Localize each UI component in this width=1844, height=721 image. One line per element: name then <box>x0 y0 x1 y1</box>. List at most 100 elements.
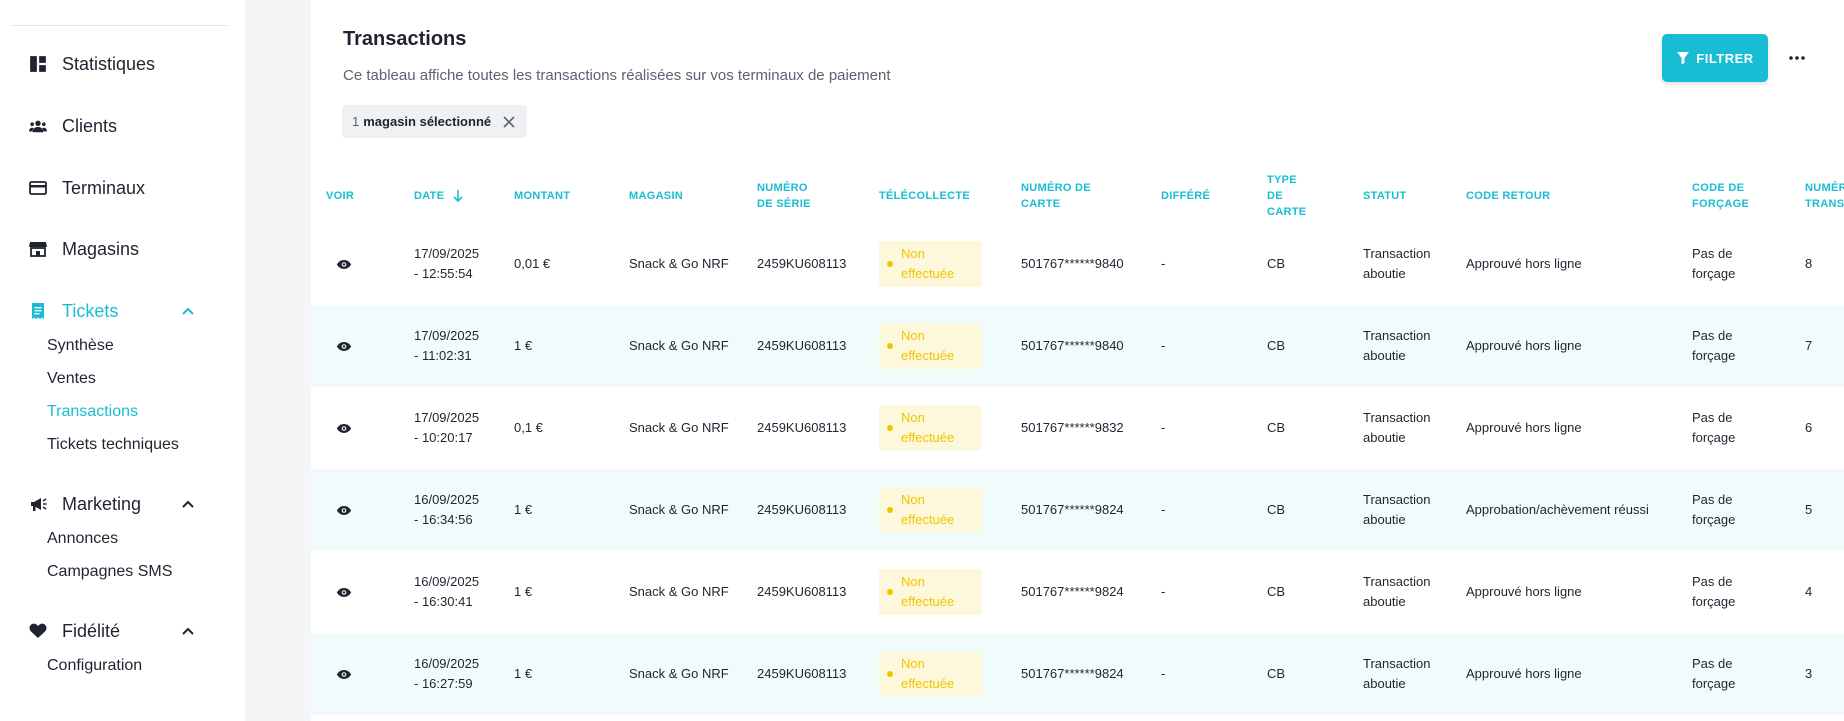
deferred-cell: - <box>1161 338 1166 353</box>
sidebar-item-tickets[interactable]: Tickets <box>28 297 194 325</box>
forcing-code-cell: Pas de forçage <box>1692 574 1736 609</box>
sidebar-subitem-annonces[interactable]: Annonces <box>47 528 118 550</box>
eye-icon[interactable] <box>335 337 353 355</box>
chevron-up-icon[interactable] <box>178 494 198 514</box>
card-type-cell: CB <box>1267 666 1286 681</box>
telecollecte-cell: Non effectuée <box>879 223 982 305</box>
telecollecte-cell: Non effectuée <box>879 633 982 715</box>
amount-cell: 0,1 € <box>514 420 543 435</box>
status-dot <box>887 261 893 267</box>
date-cell: 16/09/2025- 16:27:59 <box>414 656 480 691</box>
dashboard-icon <box>28 54 48 74</box>
chevron-up-icon[interactable] <box>178 621 198 641</box>
date-cell: 16/09/2025- 16:30:41 <box>414 574 480 609</box>
serial-cell: 2459KU608113 <box>757 420 847 435</box>
store-cell: Snack & Go NRF <box>629 584 729 599</box>
store-cell: Snack & Go NRF <box>629 666 729 681</box>
view-cell <box>335 633 353 715</box>
chip-label: magasin sélectionné <box>363 114 492 129</box>
store-cell: Snack & Go NRF <box>629 256 729 271</box>
status-badge: Non effectuée <box>879 569 982 615</box>
sidebar-item-magasins[interactable]: Magasins <box>28 235 139 263</box>
column-header-numero-transaction: NUMÉR TRANS <box>1805 182 1844 210</box>
column-header-voir: VOIR <box>326 190 355 202</box>
table-row[interactable]: 16/09/2025- 16:30:41 1 € Snack & Go NRF … <box>311 551 1844 633</box>
card-type-cell: CB <box>1267 256 1286 271</box>
table-row[interactable]: 16/09/2025- 16:34:56 1 € Snack & Go NRF … <box>311 469 1844 551</box>
serial-cell: 2459KU608113 <box>757 666 847 681</box>
view-cell <box>335 469 353 551</box>
status-cell: Transaction aboutie <box>1363 410 1431 445</box>
status-dot <box>887 425 893 431</box>
column-header-date[interactable]: DATE <box>414 168 464 224</box>
credit-card-icon <box>28 178 48 198</box>
eye-icon[interactable] <box>335 665 353 683</box>
column-header-code-forcage: CODE DE FORÇAGE <box>1692 182 1750 210</box>
deferred-cell: - <box>1161 666 1166 681</box>
users-icon <box>28 116 48 136</box>
transaction-number-cell: 8 <box>1805 256 1813 271</box>
date-cell: 17/09/2025- 12:55:54 <box>414 246 480 281</box>
table-row[interactable]: 16/09/2025- 16:27:59 1 € Snack & Go NRF … <box>311 633 1844 715</box>
amount-cell: 0,01 € <box>514 256 551 271</box>
store-filter-chip[interactable]: 1 magasin sélectionné <box>342 105 528 138</box>
view-cell <box>335 387 353 469</box>
status-badge: Non effectuée <box>879 241 982 287</box>
main-content: Transactions Ce tableau affiche toutes l… <box>311 0 1844 721</box>
table-row[interactable]: 17/09/2025- 11:02:31 1 € Snack & Go NRF … <box>311 305 1844 387</box>
sidebar-subitem-configuration[interactable]: Configuration <box>47 655 142 677</box>
card-type-cell: CB <box>1267 338 1286 353</box>
sidebar-item-terminaux[interactable]: Terminaux <box>28 174 145 202</box>
sidebar-item-clients[interactable]: Clients <box>28 112 117 140</box>
sidebar-subitem-transactions[interactable]: Transactions <box>47 401 138 423</box>
sidebar-divider <box>10 25 228 26</box>
arrow-down-icon[interactable] <box>452 189 464 203</box>
sidebar-subitem-campagnes-sms[interactable]: Campagnes SMS <box>47 561 172 583</box>
sidebar-item-statistiques[interactable]: Statistiques <box>28 50 155 78</box>
table-row[interactable]: 17/09/2025- 12:55:54 0,01 € Snack & Go N… <box>311 223 1844 305</box>
column-header-numero-carte: NUMÉRO DE CARTE <box>1021 182 1091 210</box>
eye-icon[interactable] <box>335 501 353 519</box>
eye-icon[interactable] <box>335 583 353 601</box>
eye-icon[interactable] <box>335 419 353 437</box>
sidebar-subitem-ventes[interactable]: Ventes <box>47 368 96 390</box>
forcing-code-cell: Pas de forçage <box>1692 410 1736 445</box>
filter-icon <box>1677 52 1690 65</box>
status-badge: Non effectuée <box>879 487 982 533</box>
more-options-button[interactable] <box>1784 46 1810 70</box>
table-row[interactable]: 17/09/2025- 10:20:17 0,1 € Snack & Go NR… <box>311 387 1844 469</box>
store-cell: Snack & Go NRF <box>629 338 729 353</box>
forcing-code-cell: Pas de forçage <box>1692 246 1736 281</box>
page-subtitle: Ce tableau affiche toutes les transactio… <box>343 67 891 84</box>
store-icon <box>28 239 48 259</box>
telecollecte-cell: Non effectuée <box>879 551 982 633</box>
transaction-number-cell: 7 <box>1805 338 1813 353</box>
filter-button[interactable]: FILTRER <box>1662 34 1768 82</box>
forcing-code-cell: Pas de forçage <box>1692 656 1736 691</box>
return-code-cell: Approuvé hors ligne <box>1466 584 1582 599</box>
sidebar-subitem-tickets-techniques[interactable]: Tickets techniques <box>47 434 179 456</box>
column-header-telecollecte: TÉLÉCOLLECTE <box>879 190 970 202</box>
date-cell: 17/09/2025- 10:20:17 <box>414 410 480 445</box>
sidebar-item-marketing[interactable]: Marketing <box>28 490 194 518</box>
return-code-cell: Approuvé hors ligne <box>1466 420 1582 435</box>
filter-button-label: FILTRER <box>1696 50 1754 66</box>
card-number-cell: 501767******9832 <box>1021 420 1124 435</box>
chevron-up-icon[interactable] <box>178 301 198 321</box>
forcing-code-cell: Pas de forçage <box>1692 328 1736 363</box>
return-code-cell: Approuvé hors ligne <box>1466 338 1582 353</box>
telecollecte-cell: Non effectuée <box>879 469 982 551</box>
card-number-cell: 501767******9824 <box>1021 666 1124 681</box>
card-number-cell: 501767******9824 <box>1021 584 1124 599</box>
status-dot <box>887 507 893 513</box>
view-cell <box>335 305 353 387</box>
sidebar-item-fidelite[interactable]: Fidélité <box>28 617 194 645</box>
return-code-cell: Approuvé hors ligne <box>1466 256 1582 271</box>
serial-cell: 2459KU608113 <box>757 584 847 599</box>
column-header-statut: STATUT <box>1363 190 1407 202</box>
close-icon[interactable] <box>501 114 517 130</box>
telecollecte-cell: Non effectuée <box>879 305 982 387</box>
eye-icon[interactable] <box>335 255 353 273</box>
sidebar-subitem-synthese[interactable]: Synthèse <box>47 335 114 357</box>
status-badge: Non effectuée <box>879 651 982 697</box>
